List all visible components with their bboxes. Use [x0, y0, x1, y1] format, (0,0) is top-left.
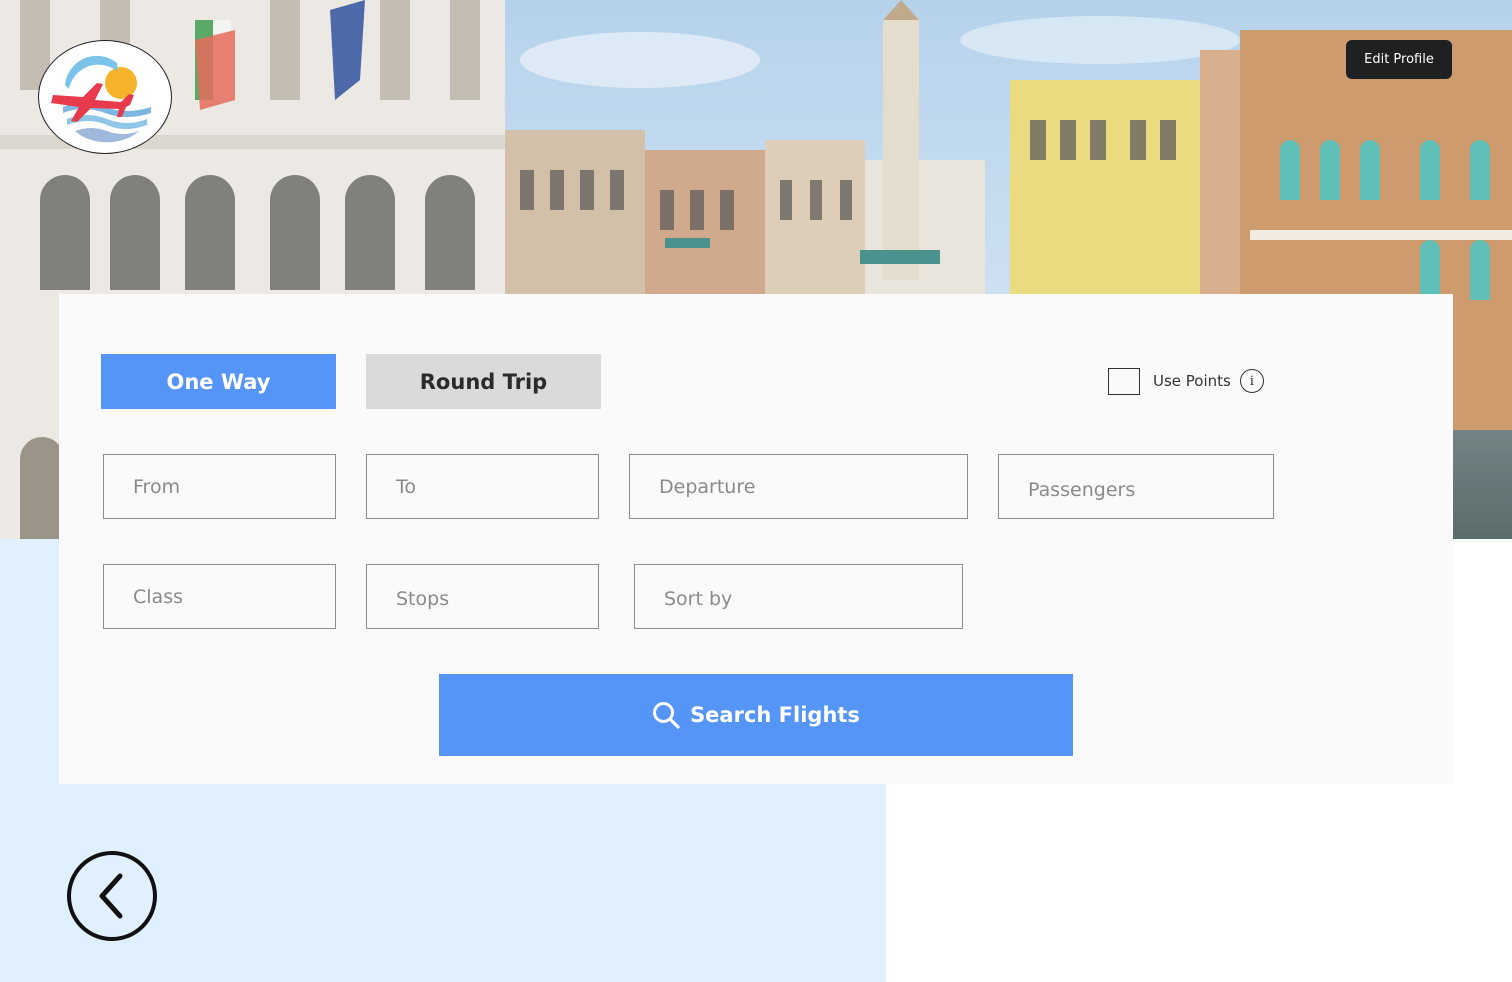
- round-trip-tab[interactable]: Round Trip: [366, 354, 601, 409]
- search-flights-label: Search Flights: [690, 703, 860, 727]
- passengers-field[interactable]: Passengers: [998, 454, 1274, 519]
- back-button[interactable]: [66, 850, 158, 942]
- sort-by-placeholder: Sort by: [664, 587, 733, 610]
- airline-logo[interactable]: [38, 40, 172, 154]
- search-icon: [652, 701, 680, 729]
- airline-logo-plane-sun-icon: [51, 55, 151, 143]
- to-placeholder: To: [396, 475, 417, 498]
- from-placeholder: From: [133, 475, 181, 498]
- stops-placeholder: Stops: [396, 587, 450, 610]
- sort-by-field[interactable]: Sort by: [634, 564, 963, 629]
- use-points-checkbox[interactable]: [1108, 367, 1140, 395]
- to-field[interactable]: To: [366, 454, 599, 519]
- info-icon[interactable]: i: [1239, 369, 1264, 393]
- from-field[interactable]: From: [103, 454, 336, 519]
- flight-search-panel: One Way Round Trip Use Points i From To …: [59, 294, 1453, 784]
- class-placeholder: Class: [133, 585, 183, 608]
- chevron-left-circle-icon: [67, 851, 157, 941]
- departure-placeholder: Departure: [659, 475, 756, 498]
- passengers-placeholder: Passengers: [1028, 478, 1136, 501]
- use-points-label: Use Points: [1153, 372, 1231, 390]
- use-points-option: Use Points i: [1108, 366, 1264, 396]
- edit-profile-button[interactable]: Edit Profile: [1346, 40, 1452, 79]
- stops-field[interactable]: Stops: [366, 564, 599, 629]
- class-field[interactable]: Class: [103, 564, 336, 629]
- departure-field[interactable]: Departure: [629, 454, 968, 519]
- one-way-tab[interactable]: One Way: [101, 354, 336, 409]
- search-flights-button[interactable]: Search Flights: [439, 674, 1073, 756]
